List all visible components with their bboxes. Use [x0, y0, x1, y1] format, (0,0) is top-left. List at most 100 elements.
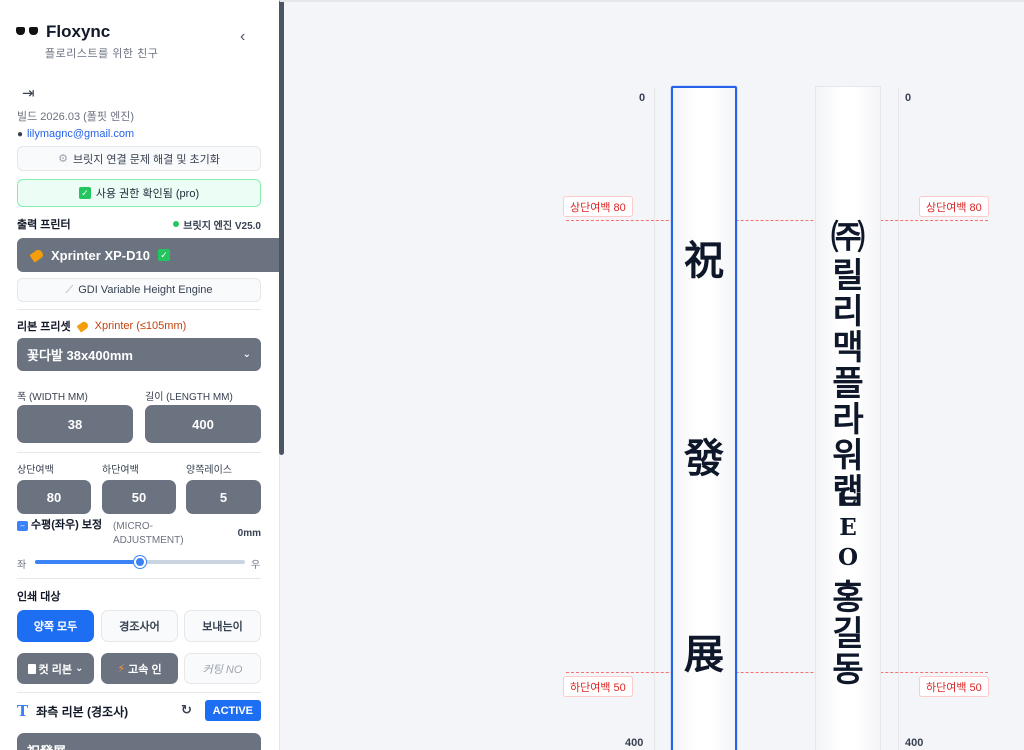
- check-icon: ✓: [78, 187, 91, 199]
- length-label: 길이 (LENGTH MM): [145, 392, 233, 403]
- ribbon-char: 플: [832, 364, 864, 404]
- brand: Floxync: [16, 22, 110, 42]
- target-sender-button[interactable]: 보내는이: [184, 610, 261, 642]
- ribbon-char: 워: [832, 436, 864, 476]
- build-version: 빌드 2026.03 (폴핏 엔진): [17, 111, 134, 123]
- target-both-button[interactable]: 양쪽 모두: [17, 610, 94, 642]
- chevron-down-icon: ⌄: [75, 663, 84, 674]
- preset-header: 리본 프리셋 Xprinter (≤105mm): [17, 318, 186, 334]
- left-ribbon-header: T 좌측 리본 (경조사) ↻ ACTIVE: [17, 700, 261, 722]
- top-margin-tag-left: 상단여백 80: [563, 196, 633, 217]
- bridge-reset-button[interactable]: ⚙ 브릿지 연결 문제 해결 및 초기화: [17, 146, 261, 171]
- slider-right-label: 우: [251, 560, 261, 571]
- bottom-margin-label: 하단여백: [102, 465, 139, 476]
- divider: [17, 692, 261, 693]
- bottom-margin-guide: [566, 672, 988, 673]
- bottom-margin-tag-right: 하단여백 50: [919, 676, 989, 697]
- cut-mode-label: 컷 리본: [38, 663, 73, 676]
- active-badge[interactable]: ACTIVE: [204, 700, 261, 721]
- micro-title: ↔ 수평(좌우) 보정: [17, 518, 107, 533]
- target-condolence-button[interactable]: 경조사어: [101, 610, 178, 642]
- divider: [17, 309, 261, 310]
- chevron-down-icon: ⌄: [242, 349, 251, 360]
- chevron-left-icon[interactable]: ‹: [240, 28, 245, 46]
- ribbon-char: O: [837, 544, 859, 571]
- preset-vendor: Xprinter (≤105mm): [94, 320, 187, 332]
- right-ribbon-preview[interactable]: ㈜ 릴 리 맥 플 라 워 랩 C E O 홍 길 동: [815, 86, 881, 750]
- preset-select[interactable]: 꽃다발 38x400mm ⌄: [17, 338, 261, 371]
- width-label: 폭 (WIDTH MM): [17, 392, 88, 403]
- slider-left-label: 좌: [17, 560, 27, 571]
- bolt-icon: ⚡: [117, 663, 126, 675]
- right-ruler-end: 400: [905, 737, 924, 749]
- engine-label: GDI Variable Height Engine: [78, 284, 213, 296]
- app-subtitle: 플로리스트를 위한 친구: [45, 48, 159, 60]
- left-ribbon-text-input[interactable]: 祝發展: [17, 733, 261, 750]
- printer-select-button[interactable]: Xprinter XP-D10 ✓: [17, 238, 280, 272]
- refresh-icon[interactable]: ↻: [181, 702, 192, 718]
- cut-mode-select[interactable]: 컷 리본 ⌄: [17, 653, 94, 684]
- left-ribbon-preview[interactable]: 祝 發 展: [671, 86, 737, 750]
- preset-selected: 꽃다발 38x400mm: [27, 348, 133, 363]
- logout-icon[interactable]: ⇥: [22, 84, 35, 102]
- account-email[interactable]: lilymagnc@gmail.com: [27, 128, 134, 140]
- sidebar-scrollbar[interactable]: [279, 0, 284, 455]
- bottom-margin-tag-left: 하단여백 50: [563, 676, 633, 697]
- printer-header: 출력 프린터 브릿지 엔진 V25.0: [17, 216, 261, 232]
- top-margin-tag-right: 상단여백 80: [919, 196, 989, 217]
- ribbon-char: 라: [832, 400, 864, 440]
- tag-icon: [29, 247, 45, 263]
- speed-mode-label: 고속 인: [128, 663, 162, 676]
- speed-mode-select[interactable]: ⚡ 고속 인: [101, 653, 178, 684]
- left-ruler-start: 0: [639, 92, 646, 104]
- account-row: ● lilymagnc@gmail.com: [17, 128, 134, 140]
- top-margin-input[interactable]: 80: [17, 480, 91, 514]
- bridge-status: 브릿지 엔진 V25.0: [173, 217, 261, 232]
- preset-label: 리본 프리셋: [17, 321, 71, 333]
- micro-value: 0mm: [237, 528, 261, 539]
- right-ruler-start: 0: [905, 92, 912, 104]
- canvas-top-border: [280, 0, 1024, 2]
- bottom-margin-input[interactable]: 50: [102, 480, 176, 514]
- printer-name: Xprinter XP-D10: [51, 247, 150, 263]
- divider: [17, 452, 261, 453]
- app-name: Floxync: [46, 22, 111, 41]
- license-label: 사용 권한 확인됨 (pro): [95, 188, 200, 200]
- micro-subtitle: (MICRO-ADJUSTMENT): [113, 521, 184, 546]
- divider: [17, 578, 261, 579]
- ribbon-char: 홍: [832, 578, 864, 618]
- ribbon-char: 릴: [832, 256, 864, 296]
- user-icon: ●: [17, 128, 24, 140]
- left-ruler: [654, 88, 655, 750]
- left-ruler-end: 400: [625, 737, 644, 749]
- ribbon-char: ㈜: [831, 218, 865, 258]
- cutting-toggle[interactable]: 커팅 NO: [184, 653, 261, 684]
- print-target-label: 인쇄 대상: [17, 591, 61, 603]
- engine-icon: ⟋: [65, 283, 74, 296]
- bridge-version: 브릿지 엔진 V25.0: [183, 220, 261, 232]
- micro-slider[interactable]: [35, 556, 245, 568]
- text-icon: T: [17, 702, 29, 720]
- width-input[interactable]: 38: [17, 405, 133, 443]
- slider-fill: [35, 560, 140, 564]
- bridge-reset-label: 브릿지 연결 문제 해결 및 초기화: [73, 153, 220, 166]
- ribbon-char: 發: [684, 435, 724, 482]
- top-margin-label: 상단여백: [17, 465, 54, 476]
- lace-input[interactable]: 5: [186, 480, 261, 514]
- document-icon: [27, 663, 36, 674]
- license-status-button[interactable]: ✓ 사용 권한 확인됨 (pro): [17, 179, 261, 207]
- right-ruler: [898, 88, 899, 750]
- ribbon-char: 동: [832, 650, 864, 690]
- top-margin-guide: [566, 220, 988, 221]
- ribbon-char: 리: [832, 292, 864, 332]
- arrows-horizontal-icon: ↔: [17, 521, 28, 531]
- lace-label: 양쪽레이스: [186, 465, 232, 476]
- length-input[interactable]: 400: [145, 405, 261, 443]
- engine-button[interactable]: ⟋ GDI Variable Height Engine: [17, 278, 261, 302]
- butterfly-logo-icon: [16, 26, 38, 38]
- left-ribbon-label: 좌측 리본 (경조사): [36, 704, 129, 719]
- ribbon-char: 祝: [684, 237, 724, 284]
- tag-icon: [76, 319, 90, 333]
- slider-thumb[interactable]: [134, 556, 146, 568]
- ribbon-char: 展: [684, 631, 724, 678]
